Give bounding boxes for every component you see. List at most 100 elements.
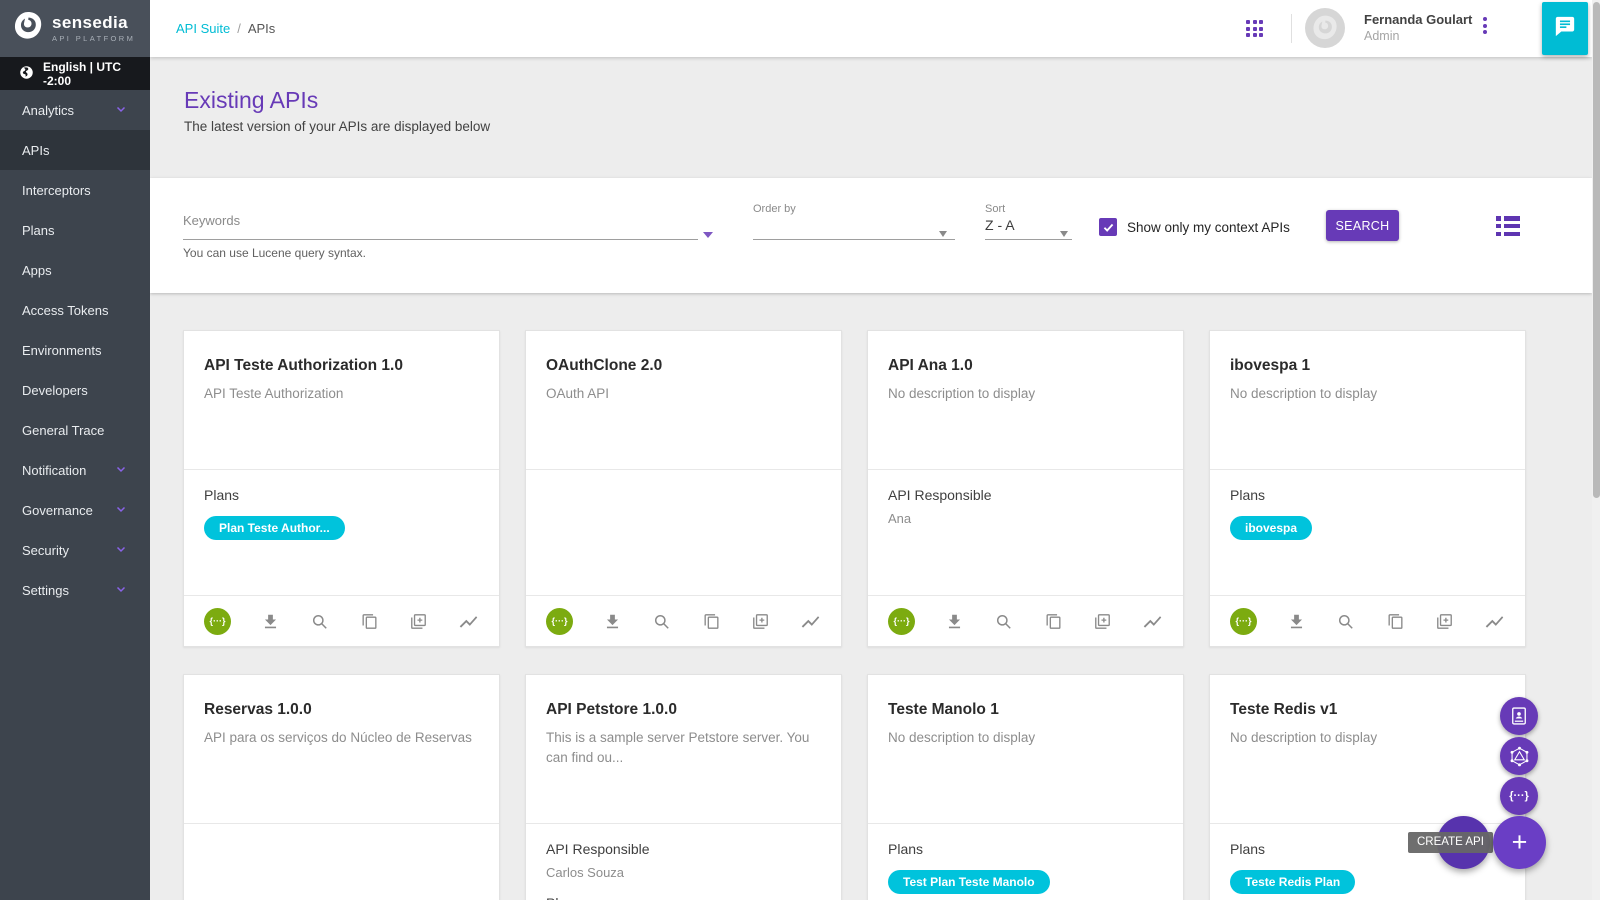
analytics-icon[interactable] xyxy=(458,611,479,632)
chat-button[interactable] xyxy=(1542,2,1588,55)
api-card[interactable]: ibovespa 1No description to displayPlans… xyxy=(1209,330,1526,647)
list-view-toggle-icon[interactable] xyxy=(1496,216,1520,236)
download-icon[interactable] xyxy=(261,612,280,631)
api-card-description: No description to display xyxy=(888,384,1163,404)
copy-icon[interactable] xyxy=(1044,612,1063,631)
api-contract-icon[interactable]: {···} xyxy=(204,608,231,635)
sidebar-item-plans[interactable]: Plans xyxy=(0,210,150,250)
contact-card-fab[interactable] xyxy=(1500,697,1538,735)
analytics-icon[interactable] xyxy=(1142,611,1163,632)
api-card[interactable]: API Petstore 1.0.0This is a sample serve… xyxy=(525,674,842,900)
copy-icon[interactable] xyxy=(702,612,721,631)
api-plans-block: PlansTest Plan Teste Manolo xyxy=(888,841,1163,894)
sidebar-item-analytics[interactable]: Analytics xyxy=(0,90,150,130)
sidebar: sensedia API PLATFORM English | UTC -2:0… xyxy=(0,0,150,900)
sidebar-item-access-tokens[interactable]: Access Tokens xyxy=(0,290,150,330)
api-contract-icon[interactable]: {···} xyxy=(888,608,915,635)
copy-icon[interactable] xyxy=(1386,612,1405,631)
api-card[interactable]: Teste Manolo 1No description to displayP… xyxy=(867,674,1184,900)
plan-chip[interactable]: Plan Teste Author... xyxy=(204,516,345,540)
api-card-description: API para os serviços do Núcleo de Reserv… xyxy=(204,728,479,748)
search-button[interactable]: SEARCH xyxy=(1326,210,1399,241)
order-by-select[interactable]: Order by xyxy=(753,199,955,240)
scrollbar[interactable] xyxy=(1592,0,1600,900)
api-card[interactable]: Reservas 1.0.0API para os serviços do Nú… xyxy=(183,674,500,900)
download-icon[interactable] xyxy=(945,612,964,631)
api-card[interactable]: OAuthClone 2.0OAuth API {···} xyxy=(525,330,842,647)
create-api-fab[interactable]: + xyxy=(1493,816,1546,869)
search-icon[interactable] xyxy=(994,612,1013,631)
analytics-icon[interactable] xyxy=(800,611,821,632)
keywords-dropdown-caret-icon[interactable] xyxy=(703,232,713,238)
plan-chip[interactable]: Teste Redis Plan xyxy=(1230,870,1355,894)
sidebar-item-label: Apps xyxy=(22,263,52,278)
sort-select[interactable]: Sort Z - A xyxy=(985,199,1072,240)
sidebar-item-interceptors[interactable]: Interceptors xyxy=(0,170,150,210)
keywords-input[interactable]: Keywords xyxy=(183,212,698,240)
graphql-fab[interactable] xyxy=(1500,737,1538,775)
sidebar-item-environments[interactable]: Environments xyxy=(0,330,150,370)
add-to-library-icon[interactable] xyxy=(1093,612,1112,631)
api-card-body xyxy=(526,469,841,595)
api-card-actions: {···} xyxy=(868,595,1183,646)
api-card[interactable]: Teste Redis v1No description to displayP… xyxy=(1209,674,1526,900)
copy-icon[interactable] xyxy=(360,612,379,631)
api-card[interactable]: API Teste Authorization 1.0API Teste Aut… xyxy=(183,330,500,647)
search-icon[interactable] xyxy=(310,612,329,631)
api-plans-block: PlansPlan Teste Author... xyxy=(204,487,479,540)
api-card-header: API Petstore 1.0.0This is a sample serve… xyxy=(526,675,841,823)
rest-contract-fab[interactable]: {···} xyxy=(1500,777,1538,815)
download-icon[interactable] xyxy=(1287,612,1306,631)
plus-icon: + xyxy=(1512,827,1528,858)
context-filter-checkbox[interactable]: Show only my context APIs xyxy=(1099,218,1290,236)
sort-label: Sort xyxy=(985,203,1005,215)
plan-chip[interactable]: ibovespa xyxy=(1230,516,1312,540)
api-contract-icon[interactable]: {···} xyxy=(546,608,573,635)
sidebar-item-settings[interactable]: Settings xyxy=(0,570,150,610)
order-by-label: Order by xyxy=(753,203,796,215)
api-card-header: OAuthClone 2.0OAuth API xyxy=(526,331,841,469)
api-card-body: PlansPlan Teste Author... xyxy=(184,469,499,595)
avatar-swirl-icon xyxy=(1310,13,1340,43)
api-card[interactable]: API Ana 1.0No description to displayAPI … xyxy=(867,330,1184,647)
search-icon[interactable] xyxy=(1336,612,1355,631)
api-contract-icon[interactable]: {···} xyxy=(1230,608,1257,635)
api-card-title: Teste Redis v1 xyxy=(1230,701,1505,719)
sidebar-item-security[interactable]: Security xyxy=(0,530,150,570)
avatar[interactable] xyxy=(1305,8,1345,48)
sidebar-item-governance[interactable]: Governance xyxy=(0,490,150,530)
api-card-actions: {···} xyxy=(526,595,841,646)
plan-chip-list: Test Plan Teste Manolo xyxy=(888,870,1163,894)
curly-braces-icon: {···} xyxy=(1509,790,1529,802)
api-card-header: Teste Redis v1 No description to display xyxy=(1210,675,1525,823)
search-icon[interactable] xyxy=(652,612,671,631)
download-icon[interactable] xyxy=(603,612,622,631)
globe-icon xyxy=(19,65,34,83)
sidebar-item-developers[interactable]: Developers xyxy=(0,370,150,410)
api-card-description: No description to display xyxy=(1230,728,1505,748)
sidebar-item-apis[interactable]: APIs xyxy=(0,130,150,170)
apps-grid-icon[interactable] xyxy=(1246,20,1263,37)
add-to-library-icon[interactable] xyxy=(409,612,428,631)
add-to-library-icon[interactable] xyxy=(751,612,770,631)
scrollbar-thumb[interactable] xyxy=(1593,2,1600,498)
api-responsible-block: API ResponsibleCarlos Souza xyxy=(546,841,821,880)
sidebar-item-notification[interactable]: Notification xyxy=(0,450,150,490)
page-subtitle: The latest version of your APIs are disp… xyxy=(184,119,490,134)
brand-logo[interactable]: sensedia API PLATFORM xyxy=(0,0,150,57)
plan-chip-list: ibovespa xyxy=(1230,516,1505,540)
breadcrumb-api-suite[interactable]: API Suite xyxy=(176,21,230,36)
api-card-description: No description to display xyxy=(888,728,1163,748)
api-card-header: API Teste Authorization 1.0API Teste Aut… xyxy=(184,331,499,469)
sidebar-item-label: Governance xyxy=(22,503,93,518)
sidebar-item-general-trace[interactable]: General Trace xyxy=(0,410,150,450)
sidebar-item-apps[interactable]: Apps xyxy=(0,250,150,290)
analytics-icon[interactable] xyxy=(1484,611,1505,632)
keywords-hint: You can use Lucene query syntax. xyxy=(183,246,366,260)
add-to-library-icon[interactable] xyxy=(1435,612,1454,631)
sidebar-menu: AnalyticsAPIsInterceptorsPlans Apps Access… xyxy=(0,90,150,610)
plan-chip[interactable]: Test Plan Teste Manolo xyxy=(888,870,1050,894)
user-menu-kebab-icon[interactable] xyxy=(1478,17,1492,41)
sort-value: Z - A xyxy=(985,217,1015,233)
locale-selector[interactable]: English | UTC -2:00 xyxy=(0,57,150,90)
